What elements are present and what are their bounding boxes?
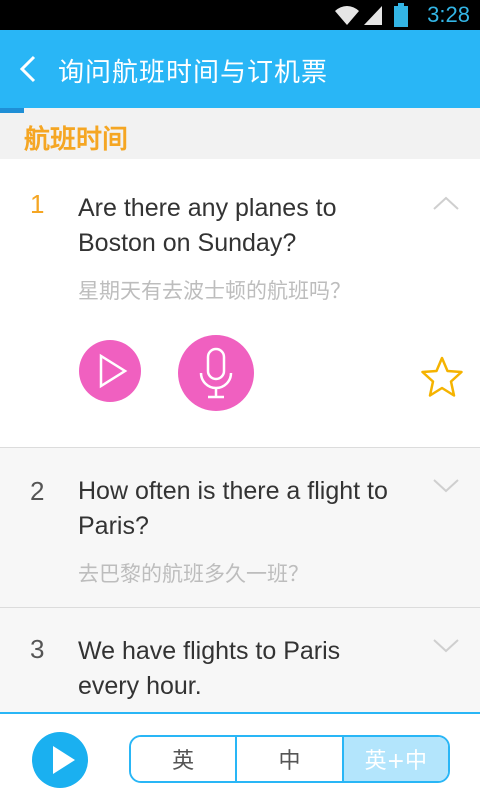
play-all-button[interactable] xyxy=(32,732,88,788)
play-audio-button[interactable] xyxy=(79,340,141,402)
mode-option-both[interactable]: 英+中 xyxy=(343,737,448,781)
chevron-down-icon[interactable] xyxy=(432,478,460,494)
phrase-item-2[interactable]: 2 How often is there a flight to Paris? … xyxy=(0,447,480,607)
item-english-text: Are there any planes to Boston on Sunday… xyxy=(78,194,337,257)
phrase-item-1[interactable]: 1 Are there any planes to Boston on Sund… xyxy=(0,159,480,447)
page-title: 询问航班时间与订机票 xyxy=(58,58,329,88)
status-time: 3:28 xyxy=(427,2,470,27)
mode-option-english[interactable]: 英 xyxy=(131,737,238,781)
record-button[interactable] xyxy=(178,335,254,411)
bottom-toolbar: 英 中 英+中 xyxy=(0,712,480,800)
favorite-star-icon[interactable] xyxy=(420,355,464,399)
chevron-up-icon[interactable] xyxy=(432,195,460,211)
section-header: 航班时间 xyxy=(0,113,480,159)
wifi-icon xyxy=(335,6,359,25)
status-bar: 3:28 xyxy=(0,0,480,30)
item-chinese-text: 星期天有去波士顿的航班吗？ xyxy=(78,279,351,303)
item-english-text: How often is there a flight to Paris? xyxy=(78,477,388,540)
item-number: 2 xyxy=(30,476,45,506)
item-number: 1 xyxy=(30,189,45,219)
item-english-text: We have flights to Paris every hour. xyxy=(78,637,341,700)
phrase-item-3[interactable]: 3 We have flights to Paris every hour. xyxy=(0,607,480,713)
back-chevron-icon[interactable] xyxy=(14,54,42,84)
microphone-icon xyxy=(199,347,233,399)
mode-option-chinese[interactable]: 中 xyxy=(237,737,344,781)
chevron-down-icon[interactable] xyxy=(432,638,460,654)
item-chinese-text: 去巴黎的航班多久一班？ xyxy=(78,562,309,586)
battery-icon xyxy=(394,3,408,27)
app-header: 询问航班时间与订机票 xyxy=(0,30,480,108)
language-mode-selector: 英 中 英+中 xyxy=(129,735,450,783)
signal-icon xyxy=(364,6,382,25)
play-icon xyxy=(53,746,75,774)
item-number: 3 xyxy=(30,634,45,664)
section-label: 航班时间 xyxy=(24,125,129,155)
play-icon xyxy=(99,353,128,389)
